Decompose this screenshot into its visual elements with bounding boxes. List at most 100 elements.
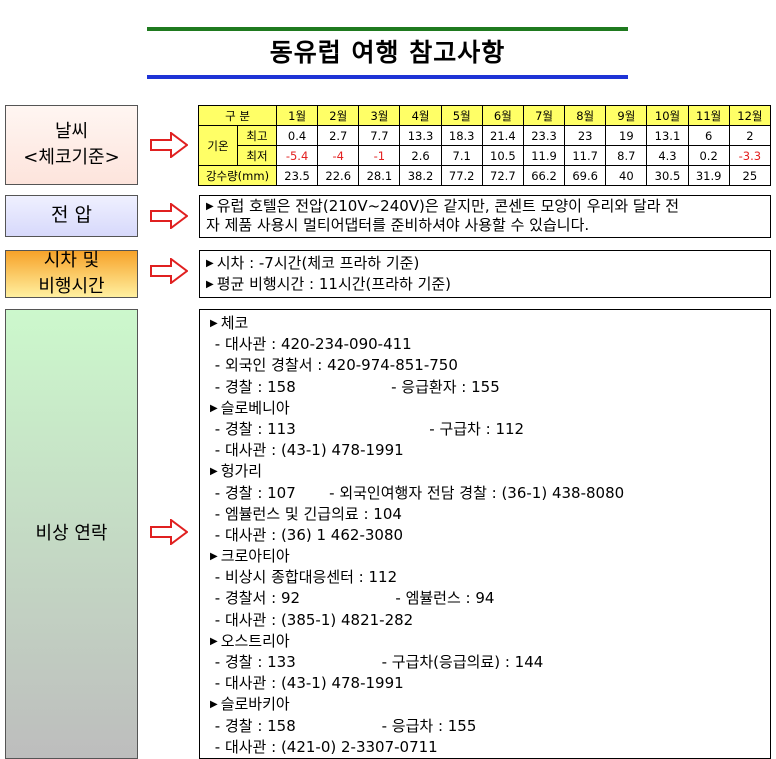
rainfall-cell: 30.5: [646, 165, 689, 186]
weather-header-month: 4월: [399, 105, 442, 126]
min-temp-cell: -1: [358, 145, 401, 166]
rainfall-cell: 77.2: [440, 165, 483, 186]
title-bottom-rule: [147, 75, 628, 79]
page-title: 동유럽 여행 참고사항: [269, 38, 506, 67]
rainfall-cell: 66.2: [522, 165, 566, 186]
time-label-line2: 비행시간: [38, 276, 105, 297]
outline-right-arrow-icon: [150, 132, 188, 158]
weather-header-month: 12월: [728, 105, 772, 126]
temperature-label: 기온: [198, 125, 238, 166]
min-temp-label: 최저: [237, 145, 277, 166]
contact-line: - 경찰 : 113 - 구급차 : 112: [210, 419, 525, 438]
min-temp-cell: 8.7: [605, 145, 648, 166]
voltage-text-line1: ▶ 유럽 호텔은 전압(210V~240V)은 같지만, 콘센트 모양이 우리와 …: [206, 197, 680, 215]
contact-line: - 대사관 : (43-1) 478-1991: [210, 674, 404, 693]
contact-line: - 경찰서 : 92 - 엠뷸런스 : 94: [210, 589, 495, 608]
min-temp-cell: 0.2: [687, 145, 730, 166]
weather-header-month: 6월: [481, 105, 524, 126]
small-triangle-bullet-icon: ▶: [210, 402, 218, 414]
weather-header-row: 구 분 1월 2월 3월 4월 5월 6월 7월 8월 9월 10월 11월 12월: [198, 105, 772, 126]
max-temp-cell: 19: [605, 125, 648, 146]
max-temp-cell: 18.3: [440, 125, 483, 146]
max-temp-cell: 2.7: [317, 125, 360, 146]
weather-table: 구 분 1월 2월 3월 4월 5월 6월 7월 8월 9월 10월 11월 12월 기온 최고 0.4 2.…: [198, 105, 772, 186]
max-temp-cell: 2: [728, 125, 772, 146]
rainfall-cell: 38.2: [399, 165, 442, 186]
outline-right-arrow-icon: [150, 258, 188, 284]
voltage-text-line2: 자 제품 사용시 멀티어댑터를 준비하셔야 사용할 수 있습니다.: [206, 216, 590, 234]
weather-header-month: 7월: [522, 105, 566, 126]
weather-header-month: 5월: [440, 105, 483, 126]
contact-line: - 경찰 : 133 - 구급차(응급의료) : 144: [210, 653, 544, 671]
weather-header-month: 9월: [605, 105, 648, 126]
time-label-line1: 시차 및: [43, 249, 100, 271]
contact-line: - 엠뷸런스 및 긴급의료 : 104: [210, 504, 402, 523]
weather-header-month: 8월: [564, 105, 607, 126]
time-label: 시차 및 비행시간: [5, 250, 138, 298]
country-heading: ▶ 체코: [210, 314, 249, 332]
country-heading: ▶ 오스트리아: [210, 631, 290, 650]
max-temp-label: 최고: [237, 125, 277, 146]
contact-line: - 대사관 : (385-1) 4821-282: [210, 610, 414, 629]
flight-time-line: ▶ 평균 비행시간 : 11시간(프라하 기준): [206, 275, 452, 293]
weather-min-row: 최저 -5.4 -4 -1 2.6 7.1 10.5 11.9 11.7 8.7 4.3 0.2 -3.…: [199, 145, 772, 166]
rainfall-cell: 28.1: [358, 165, 401, 186]
weather-label: 날씨 <체코기준>: [5, 105, 138, 185]
contact-line: - 대사관 : (36) 1 462-3080: [210, 525, 404, 544]
small-triangle-bullet-icon: ▶: [206, 258, 214, 269]
title-top-rule: [147, 27, 628, 31]
weather-header-month: 1월: [275, 105, 319, 126]
voltage-info: ▶ 유럽 호텔은 전압(210V~240V)은 같지만, 콘센트 모양이 우리와 …: [199, 195, 771, 238]
contact-line: - 경찰 : 158 - 응급차 : 155: [210, 716, 477, 735]
max-temp-cell: 23: [564, 125, 607, 146]
small-triangle-bullet-icon: ▶: [210, 635, 218, 647]
weather-rain-row: 강수량(mm) 23.5 22.6 28.1 38.2 77.2 72.7 66.2 69.6 4…: [198, 165, 772, 186]
country-heading: ▶ 슬로베니아: [210, 398, 290, 417]
small-triangle-bullet-icon: ▶: [210, 318, 218, 329]
contact-line: - 경찰 : 107 - 외국인여행자 전담 경찰 : (36-1) 438-8…: [210, 483, 625, 502]
weather-label-line1: 날씨: [54, 120, 89, 142]
min-temp-cell: 10.5: [481, 145, 524, 166]
rainfall-cell: 23.5: [275, 165, 319, 186]
time-difference-line: ▶ 시차 : -7시간(체코 프라하 기준): [206, 254, 420, 272]
max-temp-cell: 13.3: [399, 125, 442, 146]
small-triangle-bullet-icon: ▶: [206, 279, 214, 290]
country-heading: ▶ 슬로바키아: [210, 695, 290, 714]
max-temp-cell: 13.1: [646, 125, 689, 146]
small-triangle-bullet-icon: ▶: [210, 551, 218, 563]
contact-line: - 외국인 경찰서 : 420-974-851-750: [210, 356, 458, 375]
min-temp-cell: 11.7: [564, 145, 607, 166]
weather-header-category: 구 분: [198, 105, 277, 126]
max-temp-cell: 6: [687, 125, 730, 146]
small-triangle-bullet-icon: ▶: [206, 201, 214, 212]
weather-header-month: 11월: [687, 105, 730, 126]
weather-max-row: 기온 최고 0.4 2.7 7.7 13.3 18.3 21.4 23.3 23 19 13.1 6 2: [198, 125, 772, 166]
outline-right-arrow-icon: [150, 519, 188, 545]
time-info: ▶ 시차 : -7시간(체코 프라하 기준) ▶ 평균 비행시간 : 11시간(프라…: [199, 250, 771, 298]
weather-header-month: 10월: [646, 105, 689, 126]
contact-line: - 대사관 : (43-1) 478-1991: [210, 441, 404, 460]
rainfall-cell: 69.6: [564, 165, 607, 186]
min-temp-cell: 2.6: [399, 145, 442, 166]
contact-line: - 비상시 종합대응센터 : 112: [210, 568, 398, 587]
weather-header-month: 2월: [317, 105, 360, 126]
rainfall-cell: 40: [605, 165, 648, 186]
max-temp-cell: 7.7: [358, 125, 401, 146]
contact-line: - 대사관 : (421-0) 2-3307-0711: [210, 737, 438, 756]
rainfall-cell: 25: [728, 165, 772, 186]
min-temp-cell: 7.1: [440, 145, 483, 166]
max-temp-cell: 0.4: [275, 125, 319, 146]
small-triangle-bullet-icon: ▶: [210, 699, 218, 711]
min-temp-cell: 4.3: [646, 145, 689, 166]
max-temp-cell: 23.3: [522, 125, 566, 146]
rainfall-cell: 72.7: [481, 165, 524, 186]
voltage-label: 전 압: [5, 195, 138, 237]
outline-right-arrow-icon: [150, 203, 188, 229]
min-temp-cell: 11.9: [522, 145, 566, 166]
emergency-label: 비상 연락: [5, 309, 138, 759]
rainfall-cell: 31.9: [687, 165, 730, 186]
emergency-contacts: ▶ 체코 - 대사관 : 420-234-090-411 - 외국인 경찰서 : …: [199, 309, 771, 759]
country-heading: ▶ 헝가리: [210, 462, 263, 481]
max-temp-cell: 21.4: [481, 125, 524, 146]
min-temp-cell: -5.4: [275, 145, 319, 166]
